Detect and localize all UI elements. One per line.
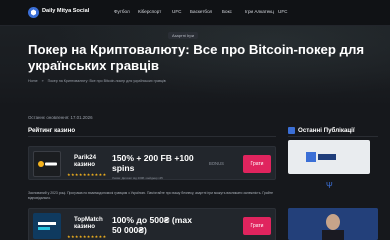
play-button[interactable]: Грати bbox=[243, 155, 271, 173]
section-divider bbox=[28, 136, 276, 137]
bonus-terms: Умови: Депозит від 200₴ • вейджер х35 bbox=[112, 176, 163, 180]
casino-bonus: 150% + 200 FB +100 spins bbox=[112, 153, 194, 173]
site-name[interactable]: Daily Mitya Social bbox=[42, 8, 89, 14]
sidebar-divider bbox=[288, 136, 378, 137]
casino-rating-title: Рейтинг казино bbox=[28, 127, 76, 134]
page-title: Покер на Криптовалюту: Все про Bitcoin-п… bbox=[28, 42, 365, 73]
nav-item-ufc-2[interactable]: UFC bbox=[278, 9, 287, 14]
top-navigation-bar: Daily Mitya Social Футбол Кіберспорт UFC… bbox=[0, 0, 390, 26]
breadcrumb-current: Покер на Криптовалюту: Все про Bitcoin-п… bbox=[47, 79, 166, 83]
last-updated: Останнє оновлення: 17.01.2026 bbox=[28, 115, 93, 120]
trident-icon: Ψ bbox=[326, 181, 333, 190]
casino-logo[interactable] bbox=[33, 151, 61, 177]
casino-name[interactable]: Parik24 казино bbox=[74, 154, 96, 168]
nav-item-ufc[interactable]: UFC bbox=[172, 9, 181, 14]
category-tag[interactable]: Азартні Ігри bbox=[168, 32, 198, 39]
casino-card: TopMatch казино ★★★★★★★★★★ 100% до 500₴ … bbox=[28, 208, 276, 240]
site-logo-icon[interactable] bbox=[28, 7, 39, 18]
latest-publications-title: Останні Публікації bbox=[298, 127, 355, 134]
casino-logo[interactable] bbox=[33, 213, 61, 239]
play-button[interactable]: Грати bbox=[243, 217, 271, 235]
nav-item-football[interactable]: Футбол bbox=[114, 9, 130, 14]
casino-name[interactable]: TopMatch казино bbox=[74, 216, 103, 230]
rating-stars-icon: ★★★★★★★★★★ bbox=[67, 172, 107, 177]
nav-item-basketball[interactable]: Баскетбол bbox=[190, 9, 212, 14]
casino-bonus: 100% до 500₴ (max 50 000₴) bbox=[112, 215, 192, 235]
nav-item-games[interactable]: Ігри Алкатекц bbox=[245, 9, 274, 14]
promo-code[interactable]: BONUS bbox=[209, 161, 224, 166]
disclaimer-text: Заснований у 2023 році. Програма по взає… bbox=[28, 191, 274, 200]
breadcrumb: Home » Покер на Криптовалюту: Все про Bi… bbox=[28, 79, 169, 83]
nav-item-esports[interactable]: Кіберспорт bbox=[138, 9, 161, 14]
publications-icon bbox=[288, 127, 295, 134]
breadcrumb-separator: » bbox=[41, 79, 44, 83]
casino-card: Parik24 казино ★★★★★★★★★★ 150% + 200 FB … bbox=[28, 146, 276, 180]
breadcrumb-home[interactable]: Home bbox=[28, 79, 38, 83]
publication-thumbnail[interactable] bbox=[288, 140, 370, 174]
publication-thumbnail[interactable] bbox=[288, 208, 378, 240]
nav-item-boxing[interactable]: Бокс bbox=[222, 9, 232, 14]
rating-stars-icon: ★★★★★★★★★★ bbox=[67, 234, 107, 239]
